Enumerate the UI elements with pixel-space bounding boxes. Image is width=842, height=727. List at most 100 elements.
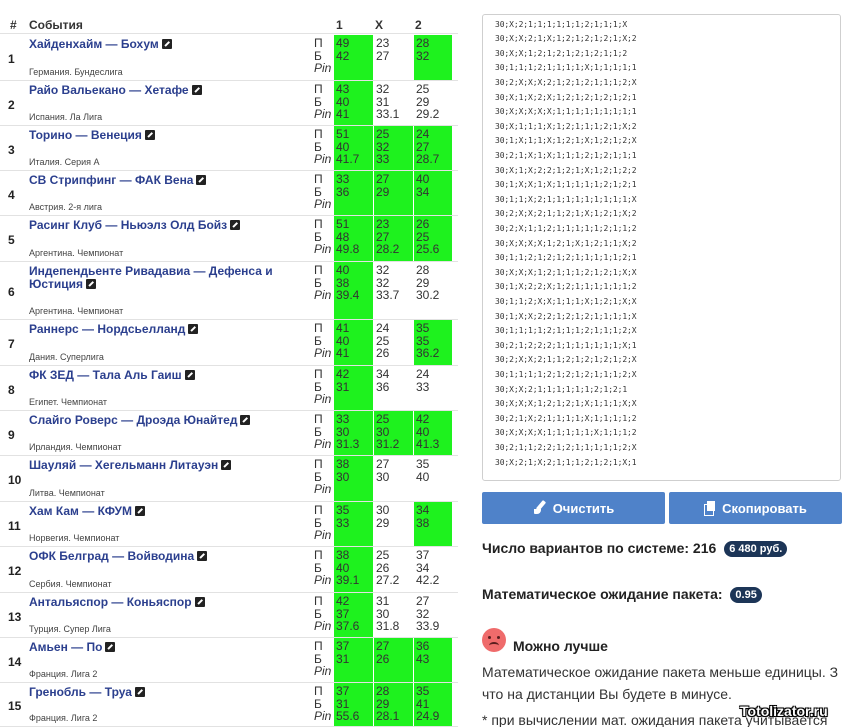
odds-value: 29.2 bbox=[416, 107, 440, 121]
match-title-text[interactable]: ОФК Белград — Войводина bbox=[29, 549, 194, 563]
match-title-link[interactable]: Амьен — По bbox=[29, 641, 309, 654]
match-title-link[interactable]: Гренобль — Труа bbox=[29, 686, 309, 699]
match-title-link[interactable]: Торино — Венеция bbox=[29, 129, 309, 142]
odds-value: 33 bbox=[336, 172, 350, 186]
variant-line: 30;X;X;X;X;1;2;1;X;1;2;1;1;X;2 bbox=[495, 238, 637, 248]
match-title-link[interactable]: Шауляй — Хегельманн Литауэн bbox=[29, 459, 309, 472]
external-link-icon[interactable] bbox=[240, 415, 251, 425]
match-title-text[interactable]: Расинг Клуб — Ньюэлз Олд Бойз bbox=[29, 218, 227, 232]
message-line-1: Математическое ожидание пакета меньше ед… bbox=[482, 664, 839, 680]
match-title-link[interactable]: СВ Стрипфинг — ФАК Вена bbox=[29, 174, 309, 187]
match-title-link[interactable]: Райо Вальекано — Хетафе bbox=[29, 84, 309, 97]
copy-button[interactable]: Скопировать bbox=[669, 492, 842, 524]
odds-row-label: Pin bbox=[314, 528, 332, 542]
odds-row-label: Pin bbox=[314, 664, 332, 678]
external-link-icon[interactable] bbox=[161, 39, 172, 49]
variant-line: 30;1;X;2;2;X;1;2;1;1;1;1;1;1;2 bbox=[495, 282, 637, 292]
odds-value: 42 bbox=[416, 412, 430, 426]
clear-button[interactable]: Очистить bbox=[482, 492, 665, 524]
external-link-icon[interactable] bbox=[230, 220, 241, 230]
variants-textarea[interactable]: 30;2;1;X;1;2;1;X;1;2;1;1;1;X30;X;2;1;1;1… bbox=[482, 14, 841, 481]
match-title-text[interactable]: Хайденхайм — Бохум bbox=[29, 37, 159, 51]
odds-value: 32 bbox=[376, 263, 390, 277]
odds-value: 26 bbox=[416, 217, 430, 231]
odds-value: 27.2 bbox=[376, 573, 400, 587]
match-title-text[interactable]: Антальяспор — Коньяспор bbox=[29, 595, 192, 609]
match-title-text[interactable]: Торино — Венеция bbox=[29, 128, 142, 142]
row-number: 8 bbox=[8, 382, 15, 397]
variant-line: 30;X;2;1;1;1;1;1;1;2;1;1;1;X bbox=[495, 19, 628, 29]
match-title-link[interactable]: Расинг Клуб — Ньюэлз Олд Бойз bbox=[29, 219, 309, 232]
message-line-2: что на дистанции Вы будете в минусе. bbox=[482, 686, 732, 702]
variant-line: 30;2;1;X;1;X;1;1;1;2;1;2;1;1;1 bbox=[495, 151, 637, 160]
copy-button-label: Скопировать bbox=[722, 500, 807, 516]
row-number: 14 bbox=[8, 654, 22, 669]
external-link-icon[interactable] bbox=[221, 460, 232, 470]
table-header: # События 1 X 2 bbox=[0, 0, 458, 34]
odds-row-label: Pin bbox=[314, 482, 332, 496]
external-link-icon[interactable] bbox=[188, 324, 199, 334]
row-number: 5 bbox=[8, 233, 15, 247]
variant-line: 30;1;X;X;1;X;1;1;1;1;1;2;1;2;1 bbox=[495, 180, 637, 190]
table-row: 12 ОФК Белград — Войводина Сербия. Чемпион… bbox=[0, 547, 458, 593]
odds-row-label: Pin bbox=[314, 107, 332, 121]
external-link-icon[interactable] bbox=[134, 687, 145, 697]
odds-value: 41 bbox=[336, 107, 350, 121]
odds-value: 34 bbox=[376, 367, 390, 381]
league-label: Франция. Лига 2 bbox=[29, 713, 98, 723]
odds-value: 49.8 bbox=[336, 242, 360, 256]
odds-value: 34 bbox=[416, 503, 430, 517]
match-title-text[interactable]: Гренобль — Труа bbox=[29, 685, 132, 699]
league-label: Германия. Бундеслига bbox=[29, 67, 123, 77]
table-row: 10 Шауляй — Хегельманн Литауэн Литва. Чемп… bbox=[0, 456, 458, 502]
odds-row-label: Pin bbox=[314, 573, 332, 587]
odds-value: 31 bbox=[336, 651, 350, 666]
odds-value: 37 bbox=[336, 684, 350, 698]
odds-value: 41.7 bbox=[336, 152, 360, 166]
match-title-link[interactable]: ОФК Белград — Войводина bbox=[29, 550, 309, 563]
external-link-icon[interactable] bbox=[105, 642, 116, 652]
league-label: Испания. Ла Лига bbox=[29, 112, 103, 122]
variant-line: 30;2;1;2;2;2;1;1;1;1;1;1;1;X;1 bbox=[495, 340, 637, 350]
match-title-text[interactable]: Хам Кам — КФУМ bbox=[29, 504, 132, 518]
odds-row-label: П bbox=[314, 172, 323, 186]
match-title-text[interactable]: Шауляй — Хегельманн Литауэн bbox=[29, 458, 218, 472]
match-title-text[interactable]: Амьен — По bbox=[29, 640, 102, 654]
odds-value: 33.7 bbox=[376, 288, 400, 302]
match-title-text[interactable]: СВ Стрипфинг — ФАК Вена bbox=[29, 173, 193, 187]
external-link-icon[interactable] bbox=[144, 130, 155, 140]
odds-value: 24 bbox=[416, 367, 430, 381]
brush-icon bbox=[533, 501, 547, 515]
match-title-link[interactable]: Слайго Роверс — Дроэда Юнайтед bbox=[29, 414, 309, 427]
odds-value: 42 bbox=[336, 48, 350, 63]
match-title-link[interactable]: ФК ЗЕД — Тала Аль Гаиш bbox=[29, 369, 309, 382]
match-title-link[interactable]: Хайденхайм — Бохум bbox=[29, 38, 309, 51]
external-link-icon[interactable] bbox=[135, 506, 145, 516]
league-label: Турция. Супер Лига bbox=[29, 624, 111, 634]
external-link-icon[interactable] bbox=[184, 370, 195, 380]
matches-table: # События 1 X 2 1 Хайденхайм — Бохум Герма… bbox=[0, 0, 458, 727]
match-title-text[interactable]: Райо Вальекано — Хетафе bbox=[29, 83, 189, 97]
external-link-icon[interactable] bbox=[194, 597, 205, 607]
match-title-text[interactable]: Слайго Роверс — Дроэда Юнайтед bbox=[29, 413, 237, 427]
match-title-link[interactable]: Антальяспор — Коньяспор bbox=[29, 596, 309, 609]
match-title-link[interactable]: Хам Кам — КФУМ bbox=[29, 505, 309, 518]
odds-value: 25 bbox=[376, 127, 390, 141]
match-title-text[interactable]: Раннерс — Нордсьелланд bbox=[29, 322, 185, 336]
match-title-text[interactable]: ФК ЗЕД — Тала Аль Гаиш bbox=[29, 368, 182, 382]
match-title-link[interactable]: Раннерс — Нордсьелланд bbox=[29, 323, 309, 336]
external-link-icon[interactable] bbox=[197, 551, 208, 561]
odds-value: 33 bbox=[416, 379, 430, 394]
odds-row-label: Pin bbox=[314, 437, 332, 451]
table-row: 4 СВ Стрипфинг — ФАК Вена Австрия. 2-я лиг… bbox=[0, 171, 458, 216]
external-link-icon[interactable] bbox=[86, 279, 97, 289]
variant-line: 30;1;1;X;2;1;1;1;1;1;1;1;1;1;X bbox=[495, 194, 637, 204]
odds-value: 41 bbox=[336, 321, 350, 335]
league-label: Египет. Чемпионат bbox=[29, 397, 108, 407]
odds-row-label: П bbox=[314, 594, 323, 608]
match-title-link[interactable]: Индепендьенте Ривадавиа — Дефенса и Юсти… bbox=[29, 265, 309, 291]
table-row: 8 ФК ЗЕД — Тала Аль Гаиш Египет. Чемпионат… bbox=[0, 366, 458, 411]
external-link-icon[interactable] bbox=[196, 175, 207, 185]
external-link-icon[interactable] bbox=[191, 85, 202, 95]
match-title-text[interactable]: Индепендьенте Ривадавиа — Дефенса и Юсти… bbox=[29, 264, 273, 291]
